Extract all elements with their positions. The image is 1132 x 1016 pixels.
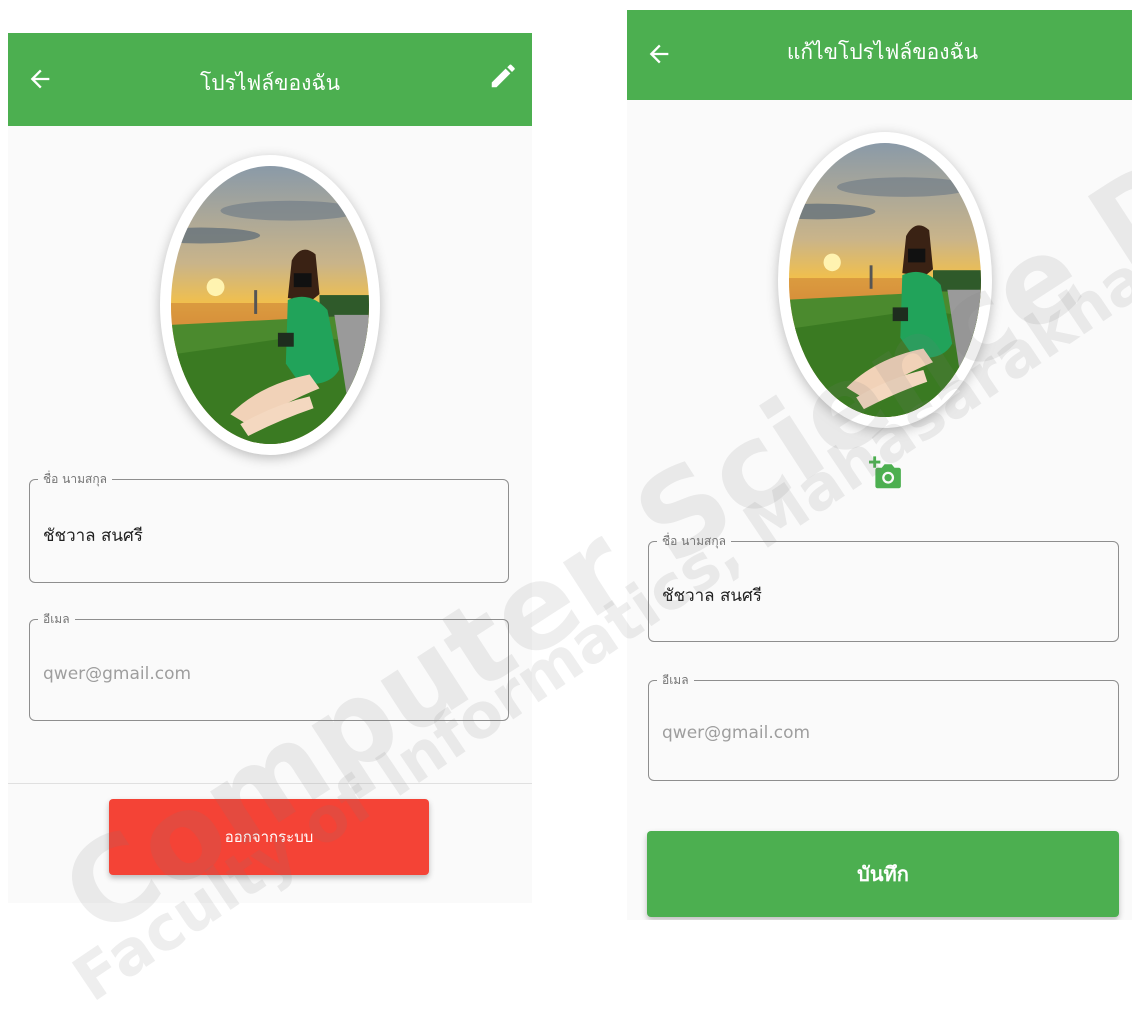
fullname-input[interactable]: ชื่อ นามสกุล ชัชวาล สนศรี: [648, 532, 1119, 642]
fullname-value[interactable]: ชัชวาล สนศรี: [662, 582, 762, 609]
page-title: โปรไฟล์ของฉัน: [199, 71, 341, 95]
email-value: qwer@gmail.com: [43, 664, 192, 684]
email-input[interactable]: อีเมล qwer@gmail.com: [648, 671, 1119, 781]
logout-button[interactable]: ออกจากระบบ: [109, 799, 429, 875]
fullname-value: ชัชวาล สนศรี: [43, 526, 143, 546]
email-label: อีเมล: [38, 610, 75, 629]
add-photo-icon[interactable]: [869, 453, 903, 491]
profile-screen: โปรไฟล์ของฉัน ชื่อ นามสกุล ชัชวาล สนศรี …: [8, 33, 532, 903]
email-field: อีเมล qwer@gmail.com: [29, 610, 509, 721]
fullname-label: ชื่อ นามสกุล: [38, 470, 112, 489]
profile-photo: [171, 166, 369, 444]
edit-pencil-icon[interactable]: [488, 59, 518, 93]
divider: [8, 783, 532, 784]
profile-avatar-frame: [778, 132, 992, 428]
fullname-label: ชื่อ นามสกุล: [657, 532, 731, 551]
profile-photo[interactable]: [789, 143, 981, 417]
fullname-field: ชื่อ นามสกุล ชัชวาล สนศรี: [29, 470, 509, 583]
email-value[interactable]: qwer@gmail.com: [662, 723, 810, 743]
save-button[interactable]: บันทึก: [647, 831, 1119, 917]
app-bar: โปรไฟล์ของฉัน: [8, 33, 532, 126]
edit-profile-screen: แก้ไขโปรไฟล์ของฉัน ชื่อ นามสกุล ชัชวาล ส…: [627, 10, 1132, 920]
profile-avatar-frame: [160, 155, 380, 455]
page-title: แก้ไขโปรไฟล์ของฉัน: [786, 40, 979, 64]
app-bar: แก้ไขโปรไฟล์ของฉัน: [627, 10, 1132, 100]
email-label: อีเมล: [657, 671, 694, 690]
